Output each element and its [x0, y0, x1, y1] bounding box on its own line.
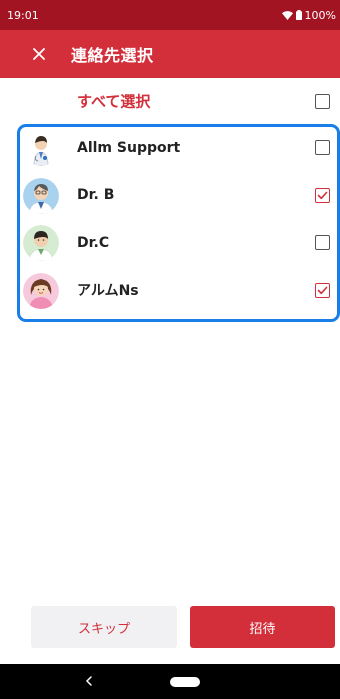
contact-checkbox[interactable]: [315, 140, 330, 155]
checkmark-icon: [317, 286, 328, 294]
page-title: 連絡先選択: [71, 46, 154, 65]
status-bar: 19:01 100%: [0, 0, 340, 30]
contact-checkbox[interactable]: [315, 235, 330, 250]
checkmark-icon: [317, 191, 328, 199]
contact-checkbox[interactable]: [315, 282, 330, 298]
doctor-b-avatar: [23, 177, 59, 214]
wifi-icon: [281, 10, 293, 20]
back-icon[interactable]: [82, 673, 96, 689]
status-time: 19:01: [7, 8, 39, 22]
contact-checkbox[interactable]: [315, 187, 330, 203]
select-all-checkbox[interactable]: [315, 94, 330, 109]
system-nav-bar: [0, 664, 340, 699]
close-icon: [33, 48, 45, 60]
app-bar: 連絡先選択: [0, 30, 340, 78]
contact-name: Dr.C: [77, 234, 110, 251]
contact-list: Allm Support Dr. B Dr.C アルムNs: [0, 124, 340, 314]
skip-button[interactable]: スキップ: [31, 606, 177, 648]
contact-row-alm-ns[interactable]: アルムNs: [0, 267, 340, 315]
select-all-label: すべて選択: [77, 92, 151, 111]
doctor-support-avatar: [23, 130, 59, 166]
nurse-avatar: [23, 272, 59, 309]
battery-level: 100%: [304, 8, 336, 22]
contact-name: Dr. B: [77, 187, 115, 204]
select-all-row[interactable]: すべて選択: [0, 78, 340, 124]
bottom-buttons: スキップ 招待: [0, 606, 340, 650]
close-button[interactable]: [25, 40, 53, 68]
contact-row-dr-b[interactable]: Dr. B: [0, 172, 340, 220]
battery-icon: [295, 10, 302, 20]
status-icons: 100%: [281, 8, 336, 22]
contact-name: Allm Support: [77, 139, 181, 156]
home-pill-icon[interactable]: [170, 677, 200, 687]
contact-row-dr-c[interactable]: Dr.C: [0, 219, 340, 267]
invite-button[interactable]: 招待: [190, 606, 335, 648]
contact-name: アルムNs: [77, 283, 139, 300]
contact-row-allm-support[interactable]: Allm Support: [0, 124, 340, 172]
doctor-c-avatar: [23, 225, 59, 261]
